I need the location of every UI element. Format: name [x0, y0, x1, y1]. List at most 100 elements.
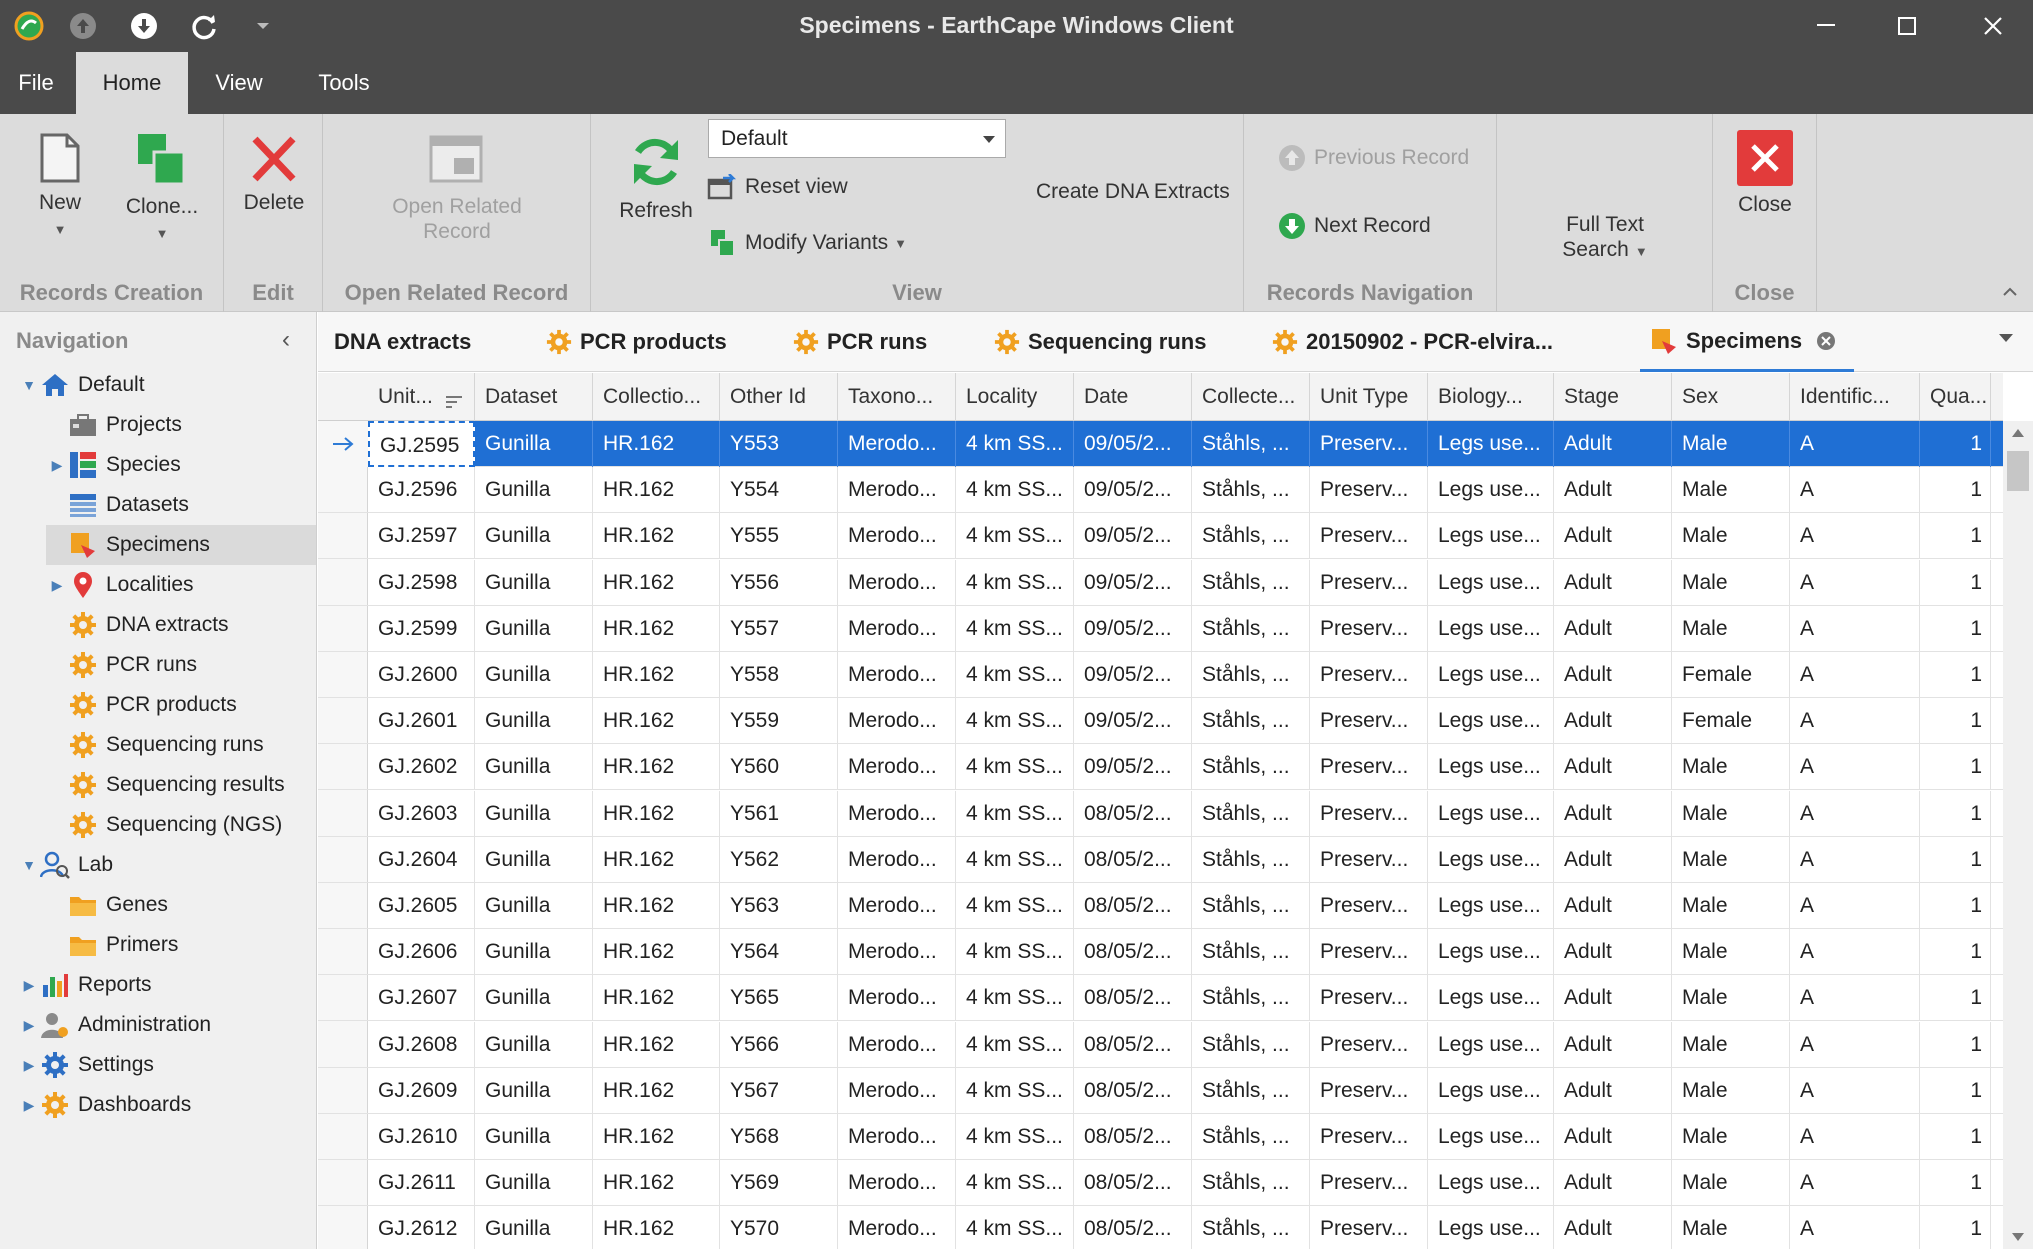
grid-cell[interactable]: Legs use...	[1428, 790, 1554, 837]
grid-cell[interactable]: GJ.2598	[368, 559, 475, 606]
grid-cell[interactable]: Legs use...	[1428, 929, 1554, 976]
grid-cell[interactable]: Gunilla	[475, 652, 593, 698]
grid-cell[interactable]: Ståhls, ...	[1192, 975, 1310, 1022]
grid-cell[interactable]: Merodo...	[838, 605, 956, 652]
grid-cell[interactable]: Adult	[1554, 836, 1672, 883]
grid-cell[interactable]: Ståhls, ...	[1192, 744, 1310, 791]
grid-cell[interactable]: Preserv...	[1310, 421, 1428, 467]
scroll-thumb[interactable]	[2007, 451, 2029, 491]
grid-cell[interactable]: Legs use...	[1428, 652, 1554, 698]
grid-cell[interactable]: Gunilla	[475, 1021, 593, 1068]
chevron-right-icon[interactable]: ▶	[46, 577, 68, 594]
grid-cell[interactable]: 4 km SS...	[956, 1021, 1074, 1068]
grid-cell[interactable]: GJ.2612	[368, 1206, 475, 1249]
reset-view-button[interactable]: Reset view	[707, 174, 848, 200]
table-row[interactable]: GJ.2612 Gunilla HR.162 Y570 Merodo... 4 km SS…	[318, 1206, 2003, 1249]
collapse-ribbon-icon[interactable]	[2002, 276, 2018, 302]
table-row[interactable]: GJ.2597 Gunilla HR.162 Y555 Merodo... 4 km SS…	[318, 513, 2003, 560]
grid-cell[interactable]: Gunilla	[475, 1206, 593, 1249]
grid-cell[interactable]: Preserv...	[1310, 1021, 1428, 1068]
grid-cell[interactable]: Legs use...	[1428, 883, 1554, 929]
grid-cell[interactable]: Adult	[1554, 559, 1672, 606]
grid-cell[interactable]: Male	[1672, 1067, 1790, 1114]
grid-cell[interactable]: Preserv...	[1310, 467, 1428, 514]
grid-cell[interactable]: 4 km SS...	[956, 652, 1074, 698]
grid-cell[interactable]: HR.162	[593, 790, 720, 837]
grid-cell[interactable]: 08/05/2...	[1074, 1067, 1192, 1114]
grid-cell[interactable]: Gunilla	[475, 883, 593, 929]
grid-cell[interactable]: Preserv...	[1310, 513, 1428, 560]
column-header[interactable]: Stage	[1554, 373, 1672, 421]
grid-cell[interactable]: Y557	[720, 605, 838, 652]
menu-tab-file[interactable]: File	[0, 52, 72, 114]
nav-item-sequencing-ngs[interactable]: Sequencing (NGS)	[46, 805, 308, 845]
grid-cell[interactable]: HR.162	[593, 698, 720, 745]
grid-cell[interactable]: Preserv...	[1310, 975, 1428, 1022]
grid-cell[interactable]: Y564	[720, 929, 838, 976]
grid-cell[interactable]: Gunilla	[475, 1114, 593, 1160]
clone-button[interactable]: Clone... ▼	[112, 132, 212, 246]
grid-cell[interactable]: 1	[1920, 929, 1991, 976]
grid-cell[interactable]: 1	[1920, 790, 1991, 837]
grid-cell[interactable]: Adult	[1554, 975, 1672, 1022]
grid-cell[interactable]: Ståhls, ...	[1192, 1160, 1310, 1207]
grid-cell[interactable]: GJ.2603	[368, 790, 475, 837]
grid-cell[interactable]: 09/05/2...	[1074, 421, 1192, 467]
grid-cell[interactable]: A	[1790, 790, 1920, 837]
grid-cell[interactable]: Ståhls, ...	[1192, 605, 1310, 652]
grid-cell[interactable]: Merodo...	[838, 652, 956, 698]
nav-item-genes[interactable]: Genes	[46, 885, 308, 925]
grid-cell[interactable]: Preserv...	[1310, 790, 1428, 837]
grid-cell[interactable]: A	[1790, 652, 1920, 698]
refresh-button[interactable]: Refresh	[601, 132, 711, 223]
grid-cell[interactable]: 08/05/2...	[1074, 1021, 1192, 1068]
create-dna-extracts-button[interactable]: Create DNA Extracts	[1036, 180, 1230, 204]
grid-cell[interactable]: 1	[1920, 744, 1991, 791]
grid-cell[interactable]: HR.162	[593, 929, 720, 976]
grid-cell[interactable]: Y558	[720, 652, 838, 698]
column-header[interactable]: Biology...	[1428, 373, 1554, 421]
grid-cell[interactable]: Preserv...	[1310, 652, 1428, 698]
grid-cell[interactable]: Male	[1672, 605, 1790, 652]
grid-cell[interactable]: GJ.2608	[368, 1021, 475, 1068]
table-row[interactable]: GJ.2610 Gunilla HR.162 Y568 Merodo... 4 km SS…	[318, 1114, 2003, 1160]
grid-cell[interactable]: Ståhls, ...	[1192, 929, 1310, 976]
grid-cell[interactable]: GJ.2597	[368, 513, 475, 560]
grid-cell[interactable]: Preserv...	[1310, 1114, 1428, 1160]
table-row[interactable]: GJ.2608 Gunilla HR.162 Y566 Merodo... 4 km SS…	[318, 1021, 2003, 1068]
grid-cell[interactable]: Gunilla	[475, 790, 593, 837]
nav-item-lab[interactable]: ▼ Lab	[18, 845, 308, 885]
grid-cell[interactable]: Preserv...	[1310, 883, 1428, 929]
close-window-button[interactable]	[1955, 0, 2031, 52]
grid-cell[interactable]: Male	[1672, 513, 1790, 560]
grid-cell[interactable]: 1	[1920, 698, 1991, 745]
grid-cell[interactable]: GJ.2605	[368, 883, 475, 929]
grid-cell[interactable]: HR.162	[593, 559, 720, 606]
nav-item-sequencing-runs[interactable]: Sequencing runs	[46, 725, 308, 765]
grid-cell[interactable]: HR.162	[593, 883, 720, 929]
grid-cell[interactable]: 1	[1920, 1021, 1991, 1068]
grid-cell[interactable]: Y568	[720, 1114, 838, 1160]
grid-cell[interactable]: Y565	[720, 975, 838, 1022]
chevron-down-icon[interactable]: ▼	[18, 857, 40, 873]
nav-item-datasets[interactable]: Datasets	[46, 485, 308, 525]
grid-cell[interactable]: 08/05/2...	[1074, 1160, 1192, 1207]
view-variant-combo[interactable]: Default	[708, 119, 1006, 158]
grid-cell[interactable]: Ståhls, ...	[1192, 421, 1310, 467]
grid-cell[interactable]: 4 km SS...	[956, 605, 1074, 652]
grid-cell[interactable]: Preserv...	[1310, 698, 1428, 745]
grid-cell[interactable]: Male	[1672, 1206, 1790, 1249]
grid-cell[interactable]: 4 km SS...	[956, 1114, 1074, 1160]
grid-cell[interactable]: Ståhls, ...	[1192, 1067, 1310, 1114]
grid-cell[interactable]: 4 km SS...	[956, 1206, 1074, 1249]
grid-cell[interactable]: Merodo...	[838, 836, 956, 883]
grid-cell[interactable]: Adult	[1554, 1021, 1672, 1068]
grid-cell[interactable]: 09/05/2...	[1074, 698, 1192, 745]
grid-cell[interactable]: 09/05/2...	[1074, 605, 1192, 652]
grid-cell[interactable]: 1	[1920, 975, 1991, 1022]
chevron-right-icon[interactable]: ▶	[18, 1097, 40, 1114]
grid-cell[interactable]: Gunilla	[475, 605, 593, 652]
grid-cell[interactable]: Adult	[1554, 652, 1672, 698]
grid-cell[interactable]: A	[1790, 467, 1920, 514]
grid-cell[interactable]: Merodo...	[838, 790, 956, 837]
